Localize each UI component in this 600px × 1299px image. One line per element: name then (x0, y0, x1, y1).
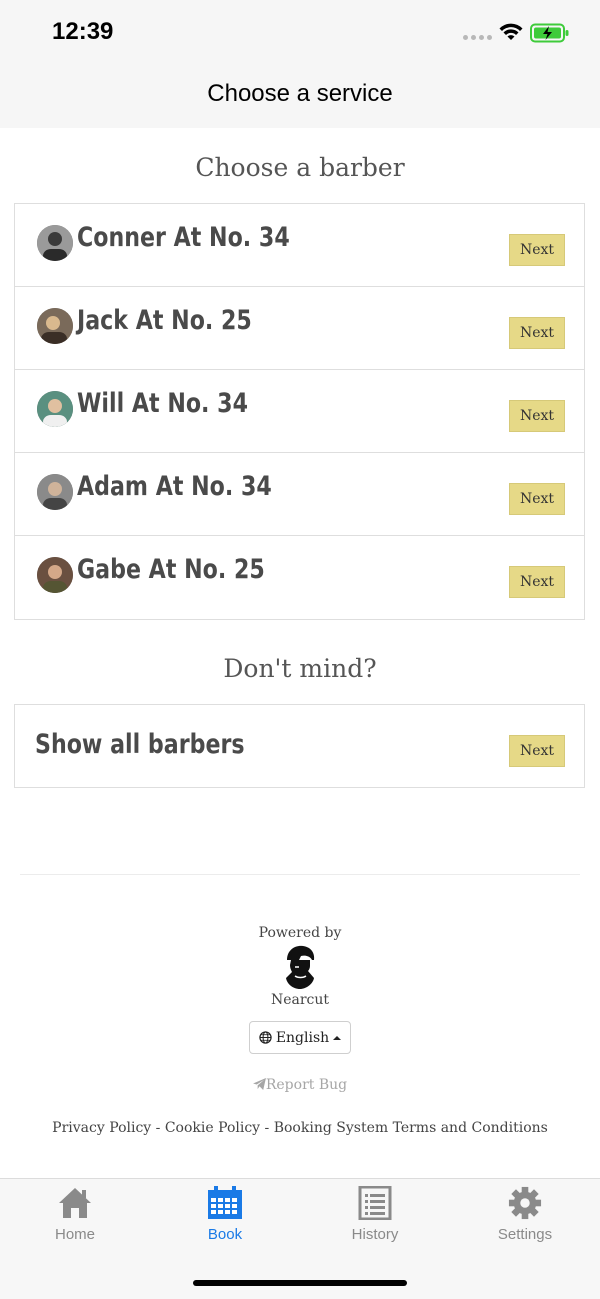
barber-avatar (37, 474, 73, 510)
tab-history[interactable]: History (300, 1186, 450, 1256)
barber-row-will[interactable]: Will At No. 34 Next (15, 370, 584, 453)
footer-divider (20, 874, 580, 875)
tab-history-label: History (351, 1226, 399, 1243)
calendar-icon (208, 1186, 242, 1219)
next-button[interactable]: Next (509, 483, 565, 515)
barber-name: Will At No. 34 (77, 388, 248, 419)
tab-book-label: Book (207, 1226, 243, 1243)
cellular-signal-icon (463, 35, 492, 40)
barber-row-gabe[interactable]: Gabe At No. 25 Next (15, 536, 584, 619)
tab-home-label: Home (54, 1226, 95, 1243)
page-title: Choose a service (207, 80, 393, 107)
show-all-barbers-row[interactable]: Show all barbers Next (14, 704, 585, 788)
show-all-label: Show all barbers (35, 729, 245, 760)
legal-links[interactable]: Privacy Policy - Cookie Policy - Booking… (0, 1120, 600, 1136)
tab-settings[interactable]: Settings (450, 1186, 600, 1256)
powered-by-text: Powered by (258, 925, 342, 941)
barber-name: Conner At No. 34 (77, 222, 290, 253)
globe-icon (259, 1031, 272, 1044)
choose-barber-heading: Choose a barber (195, 153, 405, 182)
status-time: 12:39 (52, 18, 114, 45)
next-button[interactable]: Next (509, 566, 565, 598)
list-document-icon (358, 1186, 392, 1220)
report-bug-label: Report Bug (265, 1077, 348, 1093)
report-bug-link[interactable]: Report Bug (0, 1077, 600, 1093)
barber-name: Jack At No. 25 (77, 305, 252, 336)
next-button[interactable]: Next (509, 735, 565, 767)
barber-avatar (37, 308, 73, 344)
barber-avatar (37, 225, 73, 261)
barber-name: Adam At No. 34 (77, 471, 272, 502)
brand-name: Nearcut (270, 992, 330, 1008)
caret-up-icon (333, 1035, 342, 1040)
barber-name: Gabe At No. 25 (77, 554, 265, 585)
tab-home[interactable]: Home (0, 1186, 150, 1256)
barber-list: Conner At No. 34 Next Jack At No. 25 Nex… (14, 203, 585, 620)
battery-charging-icon (530, 23, 569, 43)
nearcut-logo-icon (286, 945, 315, 989)
barber-row-adam[interactable]: Adam At No. 34 Next (15, 453, 584, 536)
home-icon (59, 1188, 91, 1218)
barber-avatar (37, 391, 73, 427)
next-button[interactable]: Next (509, 400, 565, 432)
wifi-icon (499, 23, 523, 40)
gear-icon (508, 1186, 542, 1220)
barber-row-jack[interactable]: Jack At No. 25 Next (15, 287, 584, 370)
language-label: English (275, 1029, 330, 1046)
barber-avatar (37, 557, 73, 593)
dont-mind-heading: Don't mind? (223, 654, 377, 683)
language-selector[interactable]: English (249, 1021, 351, 1054)
paper-plane-icon (252, 1078, 266, 1090)
tab-book[interactable]: Book (150, 1186, 300, 1256)
home-indicator[interactable] (193, 1280, 407, 1286)
tab-settings-label: Settings (497, 1226, 553, 1243)
next-button[interactable]: Next (509, 317, 565, 349)
next-button[interactable]: Next (509, 234, 565, 266)
barber-row-conner[interactable]: Conner At No. 34 Next (15, 204, 584, 287)
